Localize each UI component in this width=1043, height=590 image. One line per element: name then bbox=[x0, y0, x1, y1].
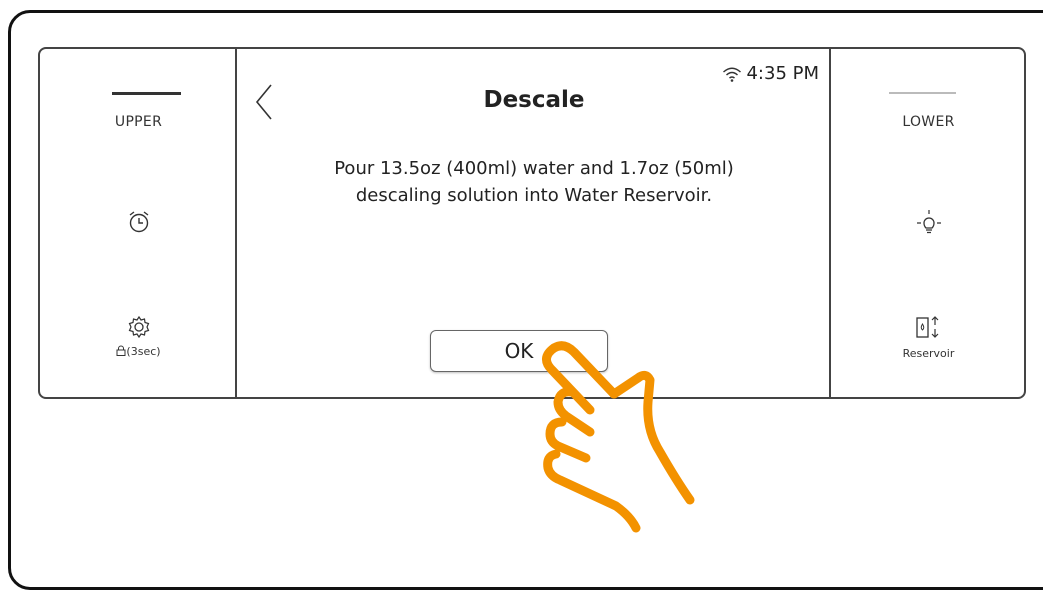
gear-icon[interactable] bbox=[40, 314, 237, 344]
lower-label[interactable]: LOWER bbox=[831, 114, 1026, 130]
alarm-clock-icon[interactable] bbox=[40, 209, 237, 239]
status-bar: 4:35 PM bbox=[722, 63, 819, 84]
reservoir-label: Reservoir bbox=[902, 347, 955, 360]
lower-indicator-bar bbox=[889, 92, 956, 94]
page-title: Descale bbox=[483, 87, 585, 113]
wifi-icon bbox=[723, 67, 742, 82]
message-line-1: Pour 13.5oz (400ml) water and 1.7oz (50m… bbox=[334, 158, 734, 179]
lower-section: LOWER Reservoir bbox=[831, 49, 1026, 397]
lock-hold-hint: (3sec) bbox=[40, 345, 237, 358]
lock-icon bbox=[116, 345, 126, 356]
pointing-hand-icon bbox=[542, 341, 695, 533]
upper-indicator-bar bbox=[112, 92, 181, 95]
clock-time: 4:35 PM bbox=[746, 63, 819, 84]
message-line-2: descaling solution into Water Reservoir. bbox=[355, 185, 713, 206]
lock-duration-label: (3sec) bbox=[126, 345, 161, 358]
instruction-message: Pour 13.5oz (400ml) water and 1.7oz (50m… bbox=[237, 155, 831, 209]
reservoir-icon[interactable] bbox=[831, 314, 1026, 346]
upper-label[interactable]: UPPER bbox=[40, 114, 237, 130]
light-bulb-icon[interactable] bbox=[831, 208, 1026, 242]
upper-section: UPPER (3sec) bbox=[40, 49, 237, 397]
